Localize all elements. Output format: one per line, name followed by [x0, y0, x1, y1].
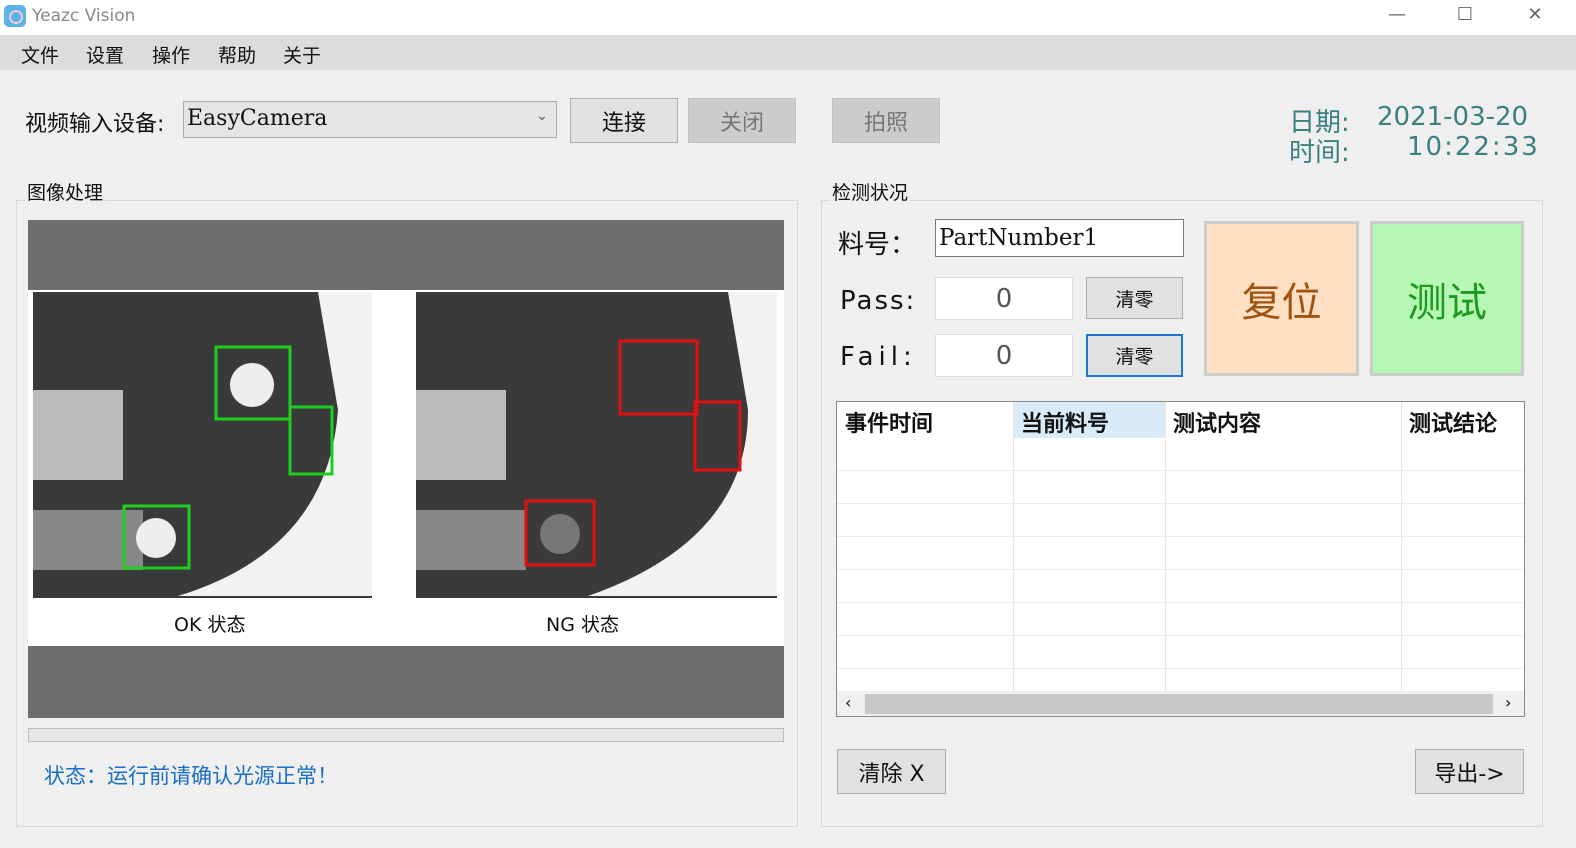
window-title: Yeazc Vision: [32, 6, 136, 26]
event-table: 事件时间 当前料号 测试内容 测试结论 ‹ ›: [836, 401, 1525, 717]
ok-photo: [33, 292, 372, 598]
clear-table-button[interactable]: 清除 X: [837, 749, 946, 794]
app-icon: [4, 5, 26, 27]
clear-pass-button[interactable]: 清零: [1086, 277, 1183, 319]
device-label: 视频输入设备:: [25, 112, 165, 137]
pass-label: Pass:: [840, 286, 917, 316]
camera-view: OK 状态 NG 状态: [28, 220, 784, 718]
sample-image: OK 状态 NG 状态: [28, 290, 784, 646]
column-header[interactable]: 事件时间: [845, 406, 933, 438]
connect-button[interactable]: 连接: [570, 98, 678, 143]
chevron-down-icon: ⌄: [536, 108, 548, 124]
close-device-button[interactable]: 关闭: [688, 98, 796, 143]
date-value: 2021-03-20: [1377, 102, 1529, 132]
capture-button[interactable]: 拍照: [832, 98, 940, 143]
status-text: 状态：运行前请确认光源正常！: [44, 764, 338, 788]
scrollbar-thumb[interactable]: [865, 694, 1493, 714]
progress-bar: [28, 728, 784, 742]
ng-label: NG 状态: [546, 614, 619, 636]
detection-group-title: 检测状况: [830, 178, 911, 205]
fail-label: Fail:: [840, 342, 917, 372]
reset-button[interactable]: 复位: [1204, 221, 1359, 376]
menu-about[interactable]: 关于: [283, 41, 321, 68]
inspection-photos: [33, 292, 777, 598]
column-header[interactable]: 测试内容: [1173, 406, 1261, 438]
menu-settings[interactable]: 设置: [86, 41, 124, 68]
scroll-left-icon[interactable]: ‹: [845, 693, 851, 712]
test-button[interactable]: 测试: [1370, 221, 1524, 376]
menu-operation[interactable]: 操作: [152, 41, 190, 68]
scroll-right-icon[interactable]: ›: [1505, 693, 1511, 712]
maximize-button[interactable]: ☐: [1445, 4, 1485, 25]
pass-count[interactable]: 0: [935, 277, 1073, 320]
time-label: 时间:: [1289, 138, 1350, 168]
close-button[interactable]: ✕: [1515, 4, 1555, 25]
part-label: 料号：: [838, 230, 917, 260]
device-select[interactable]: EasyCamera ⌄: [183, 101, 557, 138]
fail-count[interactable]: 0: [935, 334, 1073, 377]
part-number-input[interactable]: PartNumber1: [935, 219, 1184, 257]
clear-fail-button[interactable]: 清零: [1086, 334, 1183, 377]
time-value: 10:22:33: [1407, 132, 1540, 162]
export-button[interactable]: 导出->: [1415, 749, 1524, 794]
menu-file[interactable]: 文件: [21, 41, 59, 68]
column-header[interactable]: 当前料号: [1021, 406, 1109, 438]
column-header[interactable]: 测试结论: [1409, 406, 1497, 438]
menu-help[interactable]: 帮助: [218, 41, 256, 68]
image-group-title: 图像处理: [25, 178, 106, 205]
horizontal-scrollbar[interactable]: ‹ ›: [837, 691, 1524, 716]
minimize-button[interactable]: —: [1377, 4, 1417, 25]
ok-label: OK 状态: [174, 614, 246, 636]
title-bar: [0, 0, 1576, 35]
ng-photo: [416, 292, 777, 598]
device-value: EasyCamera: [187, 106, 328, 131]
